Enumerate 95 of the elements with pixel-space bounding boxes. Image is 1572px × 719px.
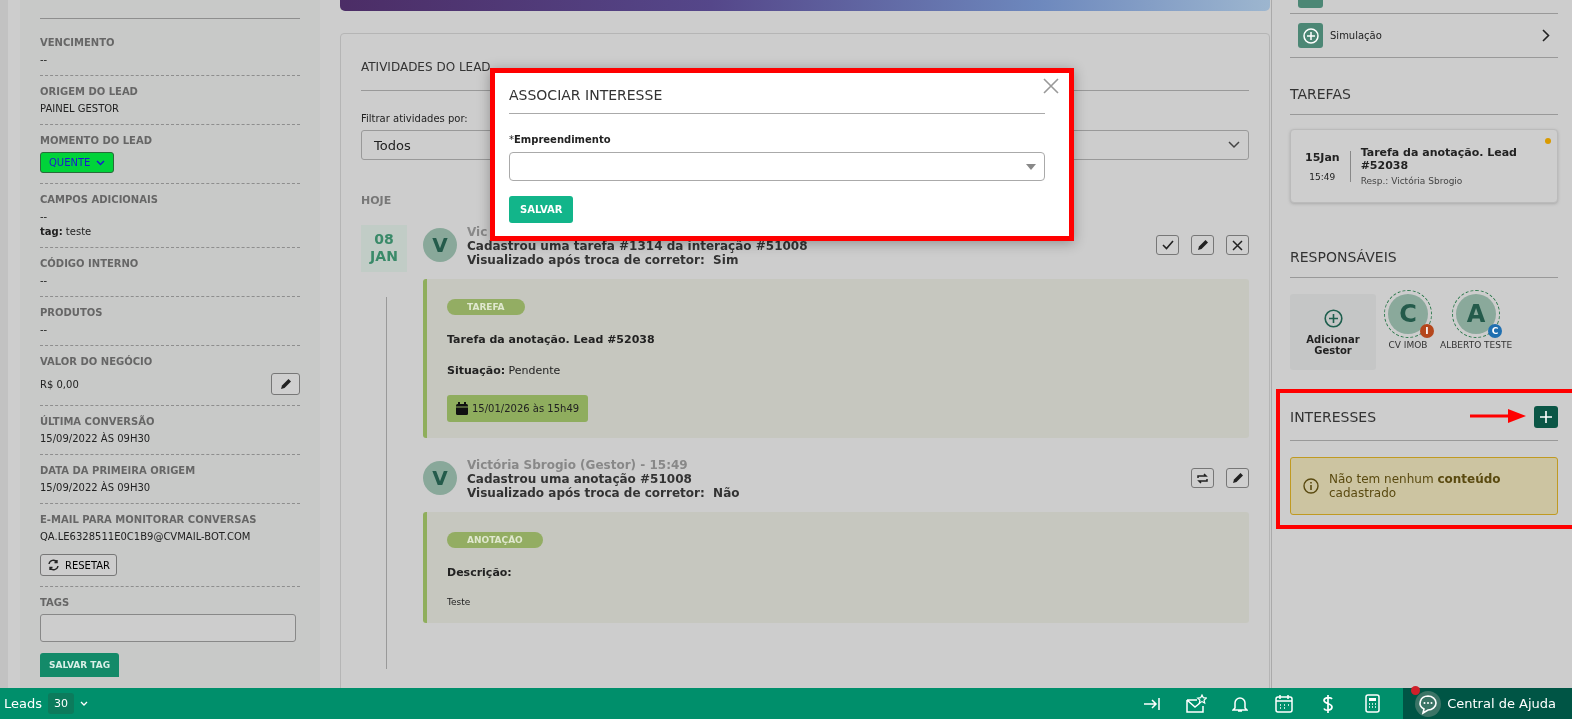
empty-message: Não tem nenhum conteúdo cadastrado [1329, 472, 1502, 500]
field-label: ÚLTIMA CONVERSÃO [40, 416, 155, 427]
type-tag: ANOTAÇÃO [447, 532, 543, 548]
section-title: RESPONSÁVEIS [1290, 249, 1558, 278]
arrow-to-bar-icon [1143, 696, 1162, 711]
dialog-title: ASSOCIAR INTERESSE [509, 83, 1045, 114]
activity-description: Cadastrou uma tarefa #1314 da interação #51008 [467, 239, 808, 253]
field-value: R$ 0,00 [40, 378, 79, 390]
close-button[interactable] [1226, 235, 1249, 255]
task-title: Tarefa da anotação. Lead #52038 [1360, 146, 1518, 172]
plus-icon [1540, 411, 1552, 423]
lead-moment-dropdown[interactable]: QUENTE [40, 152, 115, 173]
author-name: Victória Sbrogio (Gestor) - 15:49 [467, 458, 688, 472]
task-day: 15Jan [1305, 150, 1340, 164]
field-value: -- [40, 324, 48, 335]
chevron-down-icon [1228, 141, 1240, 149]
field-value: -- [40, 54, 48, 65]
field-value: QA.LE6328511E0C1B9@CVMAIL-BOT.COM [40, 531, 251, 542]
owner-name: ALBERTO TESTE [1440, 340, 1513, 350]
type-tag: TAREFA [447, 299, 525, 315]
refresh-icon [47, 559, 60, 571]
avatar: V [423, 461, 457, 495]
section-title: TAREFAS [1290, 86, 1558, 115]
filter-label: Filtrar atividades por: [361, 113, 469, 124]
edit-button[interactable] [271, 373, 300, 395]
task-card[interactable]: 15Jan 15:49 Tarefa da anotação. Lead #52038 Resp.: Victória Sbrogio [1290, 129, 1558, 203]
field-value: 15/09/2022 ÀS 09H30 [40, 433, 151, 444]
role-badge: C [1488, 324, 1503, 338]
project-select[interactable] [509, 152, 1045, 181]
field-value: PAINEL GESTOR [40, 103, 120, 114]
dollar-sign-icon [1322, 693, 1335, 714]
note-text: Teste [447, 597, 471, 607]
pencil-icon [1196, 239, 1209, 251]
field-label: TAGS [40, 597, 70, 608]
field-value: tag: teste [40, 226, 92, 237]
edit-button[interactable] [1226, 468, 1249, 488]
due-date-chip: 15/01/2026 às 15h49 [447, 395, 589, 422]
activity-description: Visualizado após troca de corretor: Sim [467, 253, 739, 267]
pencil-icon [279, 378, 292, 390]
bell-icon [1232, 694, 1249, 713]
help-center-button[interactable]: Central de Ajuda [1403, 688, 1572, 719]
task-owner: Resp.: Victória Sbrogio [1360, 176, 1464, 186]
section-title: INTERESSES [1290, 409, 1377, 425]
leads-count-dropdown[interactable]: 30 [48, 693, 74, 714]
reset-button[interactable]: RESETAR [40, 554, 118, 576]
field-label: PRODUTOS [40, 307, 103, 318]
calendar-icon [1275, 694, 1294, 713]
avatar: V [423, 228, 457, 262]
transfer-button[interactable] [1191, 468, 1214, 488]
activity-description: Cadastrou uma anotação #51008 [467, 472, 692, 486]
plus-circle-icon [1323, 308, 1343, 328]
add-button[interactable] [1534, 406, 1558, 428]
calculator-icon [1364, 694, 1380, 713]
calendar-icon [456, 402, 468, 415]
add-manager-button[interactable]: Adicionar Gestor [1290, 294, 1376, 370]
field-label: ORIGEM DO LEAD [40, 86, 138, 97]
owner-name: CV IMOB [1388, 340, 1428, 350]
save-tag-button[interactable]: SALVAR TAG [40, 653, 120, 677]
field-label: CÓDIGO INTERNO [40, 258, 139, 269]
task-time: 15:49 [1309, 171, 1336, 182]
caret-icon [80, 701, 88, 706]
field-label: VALOR DO NEGÓCIO [40, 356, 153, 367]
tags-input[interactable] [40, 614, 296, 642]
date-badge: 08 JAN [361, 225, 407, 272]
task-status: Situação: Pendente [447, 364, 561, 377]
activity-description: Visualizado após troca de corretor: Não [467, 486, 740, 500]
chevron-down-icon [96, 159, 106, 166]
pointer-arrow [1470, 409, 1526, 423]
field-label: MOMENTO DO LEAD [40, 135, 152, 146]
chevron-right-icon [1542, 29, 1550, 42]
task-title: Tarefa da anotação. Lead #52038 [447, 333, 655, 346]
author-name: Vic [467, 225, 488, 239]
day-heading: HOJE [361, 194, 393, 207]
check-button[interactable] [1156, 235, 1179, 255]
field-label: CAMPOS ADICIONAIS [40, 194, 158, 205]
close-icon [1043, 78, 1059, 94]
check-icon [1161, 239, 1174, 251]
info-icon [1303, 478, 1319, 494]
menu-item[interactable]: Simulação [1290, 13, 1558, 58]
envelope-star-icon [1185, 693, 1208, 714]
note-label: Descrição: [447, 566, 512, 579]
close-icon [1232, 239, 1243, 251]
caret-icon [1026, 163, 1036, 170]
field-value: -- [40, 211, 48, 222]
field-label: DATA DA PRIMEIRA ORIGEM [40, 465, 196, 476]
field-label: *Empreendimento [509, 134, 612, 145]
field-label: E-MAIL PARA MONITORAR CONVERSAS [40, 514, 257, 525]
swap-arrows-icon [1196, 471, 1209, 485]
role-badge: I [1420, 324, 1434, 338]
field-value: 15/09/2022 ÀS 09H30 [40, 482, 151, 493]
field-label: VENCIMENTO [40, 37, 115, 48]
pencil-icon [1231, 472, 1244, 484]
field-value: -- [40, 275, 48, 286]
leads-label: Leads [4, 696, 42, 711]
edit-button[interactable] [1191, 235, 1214, 255]
